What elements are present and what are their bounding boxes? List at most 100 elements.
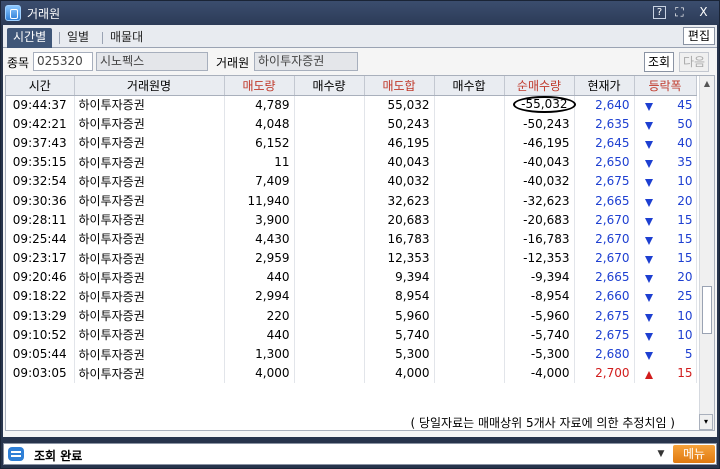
tab-by-day[interactable]: 일별 — [61, 28, 95, 48]
cell-sell-sum: 8,954 — [364, 286, 435, 307]
cell-change: 10 — [634, 325, 697, 345]
col-time[interactable]: 시간 — [6, 76, 75, 96]
cell-buy-sum — [434, 344, 505, 364]
tab-volume-profile[interactable]: 매물대 — [104, 28, 149, 48]
query-button[interactable]: 조회 — [644, 52, 674, 72]
cell-sell-sum: 9,394 — [364, 267, 435, 287]
table-row[interactable]: 09:28:11 하이투자증권 3,900 20,683 -20,683 2,670 15 — [6, 210, 697, 230]
cell-time: 09:25:44 — [6, 229, 75, 249]
table-row[interactable]: 09:05:44 하이투자증권 1,300 5,300 -5,300 2,680 5 — [6, 344, 697, 364]
col-price[interactable]: 현재가 — [574, 76, 635, 96]
restore-icon[interactable]: ⛶ — [673, 6, 686, 19]
cell-net-buy: -32,623 — [504, 190, 575, 211]
col-buy-sum[interactable]: 매수합 — [434, 76, 505, 96]
broker-name-field[interactable]: 하이투자증권 — [254, 52, 358, 71]
cell-buy-qty — [294, 306, 365, 326]
chevron-down-icon[interactable]: ▼ — [654, 446, 668, 462]
cell-buy-qty — [294, 152, 365, 172]
table-row[interactable]: 09:18:22 하이투자증권 2,994 8,954 -8,954 2,660 25 — [6, 286, 697, 307]
estimate-note: ( 당일자료는 매매상위 5개사 자료에 의한 추정치임 ) — [410, 416, 675, 430]
message-icon — [8, 447, 24, 461]
net-value: -46,195 — [523, 135, 570, 150]
table-row[interactable]: 09:23:17 하이투자증권 2,959 12,353 -12,353 2,670 15 — [6, 248, 697, 268]
cell-sell-sum: 40,043 — [364, 152, 435, 172]
net-value: -4,000 — [530, 366, 570, 381]
cell-buy-qty — [294, 229, 365, 249]
col-net-buy[interactable]: 순매수량 — [504, 76, 575, 96]
menu-button[interactable]: 메뉴 — [673, 445, 715, 463]
change-value: 15 — [677, 366, 693, 381]
stock-code-input[interactable]: 025320 — [33, 52, 93, 71]
cell-buy-sum — [434, 190, 505, 211]
cell-price: 2,670 — [574, 248, 635, 268]
note-scroll-icon[interactable]: ▾ — [699, 414, 713, 430]
table-row[interactable]: 09:10:52 하이투자증권 440 5,740 -5,740 2,675 10 — [6, 325, 697, 345]
cell-buy-qty — [294, 171, 365, 191]
scroll-thumb[interactable] — [702, 286, 712, 334]
cell-net-buy: -8,954 — [504, 286, 575, 307]
table-row[interactable]: 09:35:15 하이투자증권 11 40,043 -40,043 2,650 35 — [6, 152, 697, 172]
cell-sell-qty: 4,789 — [224, 95, 295, 115]
cell-change: 50 — [634, 114, 697, 134]
cell-time: 09:10:52 — [6, 325, 75, 345]
cell-change: 20 — [634, 190, 697, 211]
help-icon[interactable]: ? — [653, 6, 666, 19]
cell-price: 2,645 — [574, 133, 635, 153]
cell-price: 2,675 — [574, 325, 635, 345]
scroll-up-icon[interactable]: ▲ — [701, 77, 713, 91]
cell-buy-sum — [434, 229, 505, 249]
cell-time: 09:13:29 — [6, 306, 75, 326]
cell-buy-sum — [434, 286, 505, 307]
table-row[interactable]: 09:30:36 하이투자증권 11,940 32,623 -32,623 2,665 20 — [6, 190, 697, 211]
col-sell-qty[interactable]: 매도량 — [224, 76, 295, 96]
close-icon[interactable]: X — [697, 6, 710, 19]
table-row[interactable]: 09:37:43 하이투자증권 6,152 46,195 -46,195 2,645 40 — [6, 133, 697, 153]
change-value: 45 — [677, 97, 693, 112]
table-row[interactable]: 09:25:44 하이투자증권 4,430 16,783 -16,783 2,670 15 — [6, 229, 697, 249]
col-broker[interactable]: 거래원명 — [74, 76, 225, 96]
cell-broker: 하이투자증권 — [74, 229, 225, 249]
cell-net-buy: -40,032 — [504, 171, 575, 191]
down-arrow-icon — [644, 217, 653, 226]
cell-time: 09:42:21 — [6, 114, 75, 134]
edit-button[interactable]: 편집 — [682, 27, 715, 45]
cell-price: 2,640 — [574, 95, 635, 115]
next-button[interactable]: 다음 — [679, 52, 709, 72]
main-content: 시간별 일별 매물대 편집 종목 025320 시노펙스 거래원 하이투자증권 … — [3, 25, 717, 437]
down-arrow-icon — [644, 294, 653, 303]
cell-broker: 하이투자증권 — [74, 363, 225, 383]
net-value: -16,783 — [523, 231, 570, 246]
col-sell-sum[interactable]: 매도합 — [364, 76, 435, 96]
cell-buy-qty — [294, 133, 365, 153]
cell-buy-sum — [434, 95, 505, 115]
stock-label: 종목 — [7, 56, 30, 70]
table-row[interactable]: 09:20:46 하이투자증권 440 9,394 -9,394 2,665 20 — [6, 267, 697, 287]
cell-sell-sum: 5,740 — [364, 325, 435, 345]
col-change[interactable]: 등락폭 — [634, 76, 697, 96]
tab-by-time[interactable]: 시간별 — [7, 28, 53, 48]
table-row[interactable]: 09:13:29 하이투자증권 220 5,960 -5,960 2,675 10 — [6, 306, 697, 326]
cell-time: 09:28:11 — [6, 210, 75, 230]
col-buy-qty[interactable]: 매수량 — [294, 76, 365, 96]
title-bar[interactable]: 거래원 ? ⛶ X — [1, 1, 719, 25]
tab-bar: 시간별 일별 매물대 편집 — [3, 25, 717, 48]
cell-time: 09:35:15 — [6, 152, 75, 172]
cell-broker: 하이투자증권 — [74, 267, 225, 287]
cell-change: 15 — [634, 363, 697, 383]
table-row[interactable]: 09:44:37 하이투자증권 4,789 55,032 -55,032 2,640 45 — [6, 95, 697, 115]
net-value: -5,300 — [530, 347, 570, 362]
trade-table[interactable]: 시간 거래원명 매도량 매수량 매도합 매수합 순매수량 현재가 등락폭 09:… — [5, 75, 715, 431]
cell-net-buy: -55,032 — [504, 95, 576, 115]
cell-price: 2,700 — [574, 363, 635, 383]
cell-buy-sum — [434, 267, 505, 287]
vertical-scrollbar[interactable]: ▲ ▼ — [699, 76, 714, 430]
cell-time: 09:23:17 — [6, 248, 75, 268]
cell-sell-qty: 11 — [224, 152, 295, 172]
table-row[interactable]: 09:32:54 하이투자증권 7,409 40,032 -40,032 2,675 10 — [6, 171, 697, 191]
down-arrow-icon — [644, 313, 653, 322]
cell-buy-qty — [294, 363, 365, 383]
table-row[interactable]: 09:03:05 하이투자증권 4,000 4,000 -4,000 2,700 15 — [6, 363, 697, 383]
change-value: 15 — [677, 251, 693, 266]
table-row[interactable]: 09:42:21 하이투자증권 4,048 50,243 -50,243 2,635 50 — [6, 114, 697, 134]
cell-net-buy: -9,394 — [504, 267, 575, 287]
